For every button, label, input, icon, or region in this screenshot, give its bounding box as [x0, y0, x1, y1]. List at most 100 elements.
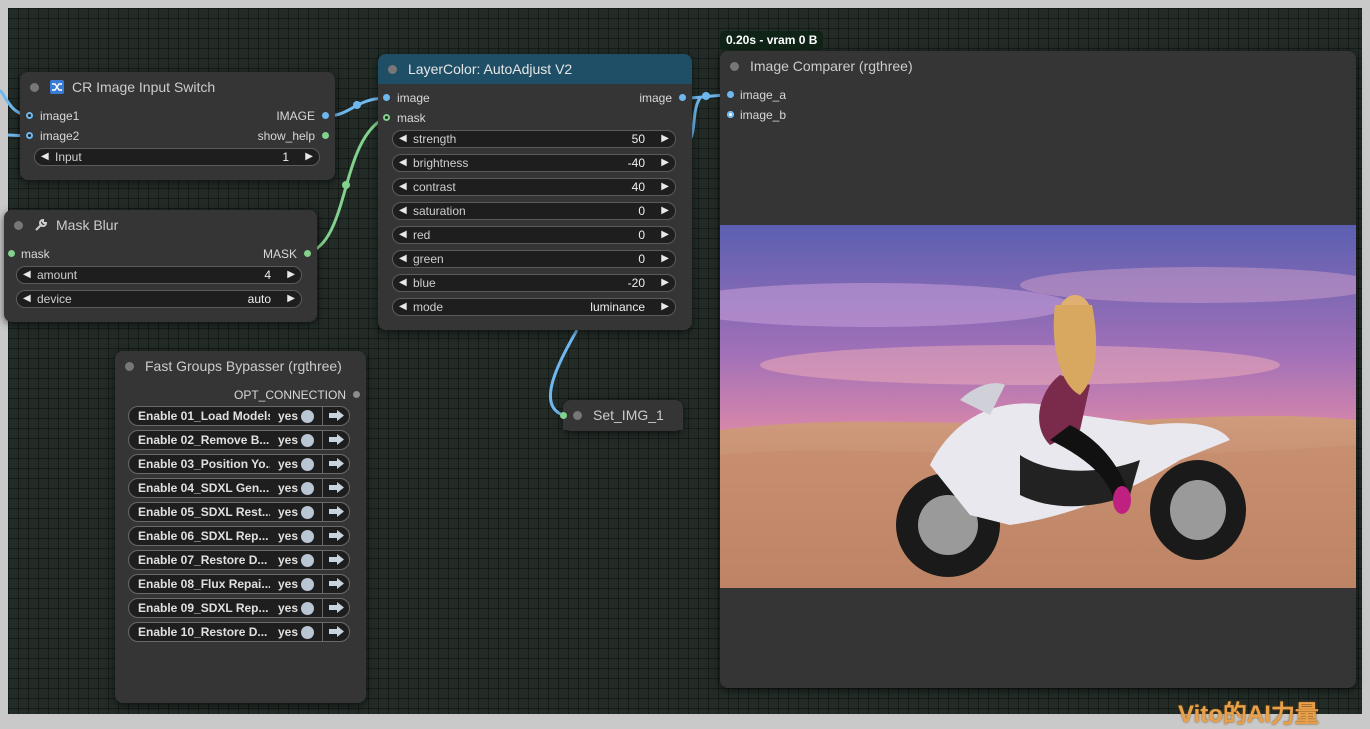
output-image[interactable]: IMAGE — [276, 109, 329, 123]
toggle-switch[interactable] — [301, 626, 314, 639]
node-title-text: LayerColor: AutoAdjust V2 — [408, 61, 573, 77]
toggle-switch[interactable] — [301, 530, 314, 543]
set-img-node[interactable]: Set_IMG_1 — [560, 400, 683, 431]
output-opt-connection[interactable]: OPT_CONNECTION — [234, 388, 360, 402]
group-toggle[interactable]: Enable 03_Position Yo... yes — [128, 454, 350, 474]
output-mask[interactable]: MASK — [263, 247, 311, 261]
input-mask[interactable]: mask — [8, 247, 50, 261]
toggle-label: Enable 08_Flux Repai... — [138, 577, 270, 591]
navigate-button[interactable] — [322, 622, 350, 642]
input-image1[interactable]: image1 — [26, 109, 79, 123]
mask-blur-node[interactable]: Mask Blur mask MASK ◀ amount 4 ▶ ◀ devic… — [4, 210, 317, 322]
input-mask[interactable]: mask — [383, 111, 426, 125]
navigate-button[interactable] — [322, 406, 350, 426]
input-image[interactable]: image — [383, 91, 430, 105]
node-title[interactable]: Mask Blur — [4, 210, 317, 240]
decrement-icon[interactable]: ◀ — [399, 181, 407, 192]
brightness-widget[interactable]: ◀ brightness -40 ▶ — [392, 154, 676, 172]
widget-label: strength — [413, 132, 457, 146]
navigate-button[interactable] — [322, 454, 350, 474]
toggle-switch[interactable] — [301, 554, 314, 567]
collapse-dot[interactable] — [14, 221, 23, 230]
device-widget[interactable]: ◀ device auto ▶ — [16, 290, 302, 308]
group-toggle[interactable]: Enable 10_Restore D... yes — [128, 622, 350, 642]
group-toggle[interactable]: Enable 07_Restore D... yes — [128, 550, 350, 570]
collapse-dot[interactable] — [730, 62, 739, 71]
comparison-preview-image[interactable] — [720, 225, 1356, 588]
decrement-icon[interactable]: ◀ — [399, 157, 407, 168]
toggle-switch[interactable] — [301, 602, 314, 615]
autoadjust-node[interactable]: LayerColor: AutoAdjust V2 image mask ima… — [378, 54, 692, 330]
navigate-button[interactable] — [322, 526, 350, 546]
cr-image-input-switch-node[interactable]: CR Image Input Switch image1 image2 IMAG… — [20, 72, 335, 180]
red-widget[interactable]: ◀ red 0 ▶ — [392, 226, 676, 244]
decrement-icon[interactable]: ◀ — [399, 253, 407, 264]
contrast-widget[interactable]: ◀ contrast 40 ▶ — [392, 178, 676, 196]
increment-icon[interactable]: ▶ — [305, 151, 313, 162]
collapse-dot[interactable] — [30, 83, 39, 92]
navigate-button[interactable] — [322, 430, 350, 450]
node-title[interactable]: LayerColor: AutoAdjust V2 — [378, 54, 692, 84]
increment-icon[interactable]: ▶ — [661, 157, 669, 168]
output-show-help[interactable]: show_help — [258, 129, 329, 143]
group-toggle[interactable]: Enable 01_Load Models yes — [128, 406, 350, 426]
increment-icon[interactable]: ▶ — [661, 253, 669, 264]
strength-widget[interactable]: ◀ strength 50 ▶ — [392, 130, 676, 148]
input-image-a[interactable]: image_a — [727, 88, 786, 102]
node-title[interactable]: Set_IMG_1 — [563, 400, 683, 430]
output-image[interactable]: image — [639, 91, 686, 105]
collapse-dot[interactable] — [125, 362, 134, 371]
navigate-button[interactable] — [322, 502, 350, 522]
increment-icon[interactable]: ▶ — [661, 181, 669, 192]
navigate-button[interactable] — [322, 478, 350, 498]
collapse-dot[interactable] — [573, 411, 582, 420]
increment-icon[interactable]: ▶ — [661, 301, 669, 312]
execution-time-badge: 0.20s - vram 0 B — [720, 31, 824, 50]
toggle-switch[interactable] — [301, 578, 314, 591]
navigate-button[interactable] — [322, 598, 350, 618]
toggle-switch[interactable] — [301, 410, 314, 423]
decrement-icon[interactable]: ◀ — [399, 277, 407, 288]
decrement-icon[interactable]: ◀ — [399, 301, 407, 312]
group-toggle[interactable]: Enable 02_Remove B... yes — [128, 430, 350, 450]
group-toggle[interactable]: Enable 04_SDXL Gen... yes — [128, 478, 350, 498]
decrement-icon[interactable]: ◀ — [399, 229, 407, 240]
input-image-b[interactable]: image_b — [727, 108, 786, 122]
decrement-icon[interactable]: ◀ — [399, 133, 407, 144]
toggle-switch[interactable] — [301, 482, 314, 495]
collapse-dot[interactable] — [388, 65, 397, 74]
green-widget[interactable]: ◀ green 0 ▶ — [392, 250, 676, 268]
decrement-icon[interactable]: ◀ — [399, 205, 407, 216]
input-selector-widget[interactable]: ◀ Input 1 ▶ — [34, 148, 320, 166]
toggle-switch[interactable] — [301, 506, 314, 519]
decrement-icon[interactable]: ◀ — [23, 269, 31, 280]
decrement-icon[interactable]: ◀ — [23, 293, 31, 304]
toggle-switch[interactable] — [301, 458, 314, 471]
group-toggle[interactable]: Enable 08_Flux Repai... yes — [128, 574, 350, 594]
node-title-text: Image Comparer (rgthree) — [750, 58, 913, 74]
navigate-button[interactable] — [322, 574, 350, 594]
node-title[interactable]: CR Image Input Switch — [20, 72, 335, 102]
blue-widget[interactable]: ◀ blue -20 ▶ — [392, 274, 676, 292]
navigate-button[interactable] — [322, 550, 350, 570]
increment-icon[interactable]: ▶ — [661, 205, 669, 216]
decrement-icon[interactable]: ◀ — [41, 151, 49, 162]
increment-icon[interactable]: ▶ — [287, 269, 295, 280]
increment-icon[interactable]: ▶ — [287, 293, 295, 304]
group-toggle[interactable]: Enable 05_SDXL Rest... yes — [128, 502, 350, 522]
saturation-widget[interactable]: ◀ saturation 0 ▶ — [392, 202, 676, 220]
node-title[interactable]: Fast Groups Bypasser (rgthree) — [115, 351, 366, 381]
group-toggle[interactable]: Enable 09_SDXL Rep... yes — [128, 598, 350, 618]
toggle-state: yes — [278, 433, 299, 447]
mode-widget[interactable]: ◀ mode luminance ▶ — [392, 298, 676, 316]
increment-icon[interactable]: ▶ — [661, 277, 669, 288]
input-pin[interactable] — [560, 412, 567, 419]
increment-icon[interactable]: ▶ — [661, 133, 669, 144]
node-title[interactable]: Image Comparer (rgthree) — [720, 51, 1356, 81]
fast-groups-bypasser-node[interactable]: Fast Groups Bypasser (rgthree) OPT_CONNE… — [115, 351, 366, 703]
group-toggle[interactable]: Enable 06_SDXL Rep... yes — [128, 526, 350, 546]
amount-widget[interactable]: ◀ amount 4 ▶ — [16, 266, 302, 284]
input-image2[interactable]: image2 — [26, 129, 79, 143]
increment-icon[interactable]: ▶ — [661, 229, 669, 240]
toggle-switch[interactable] — [301, 434, 314, 447]
